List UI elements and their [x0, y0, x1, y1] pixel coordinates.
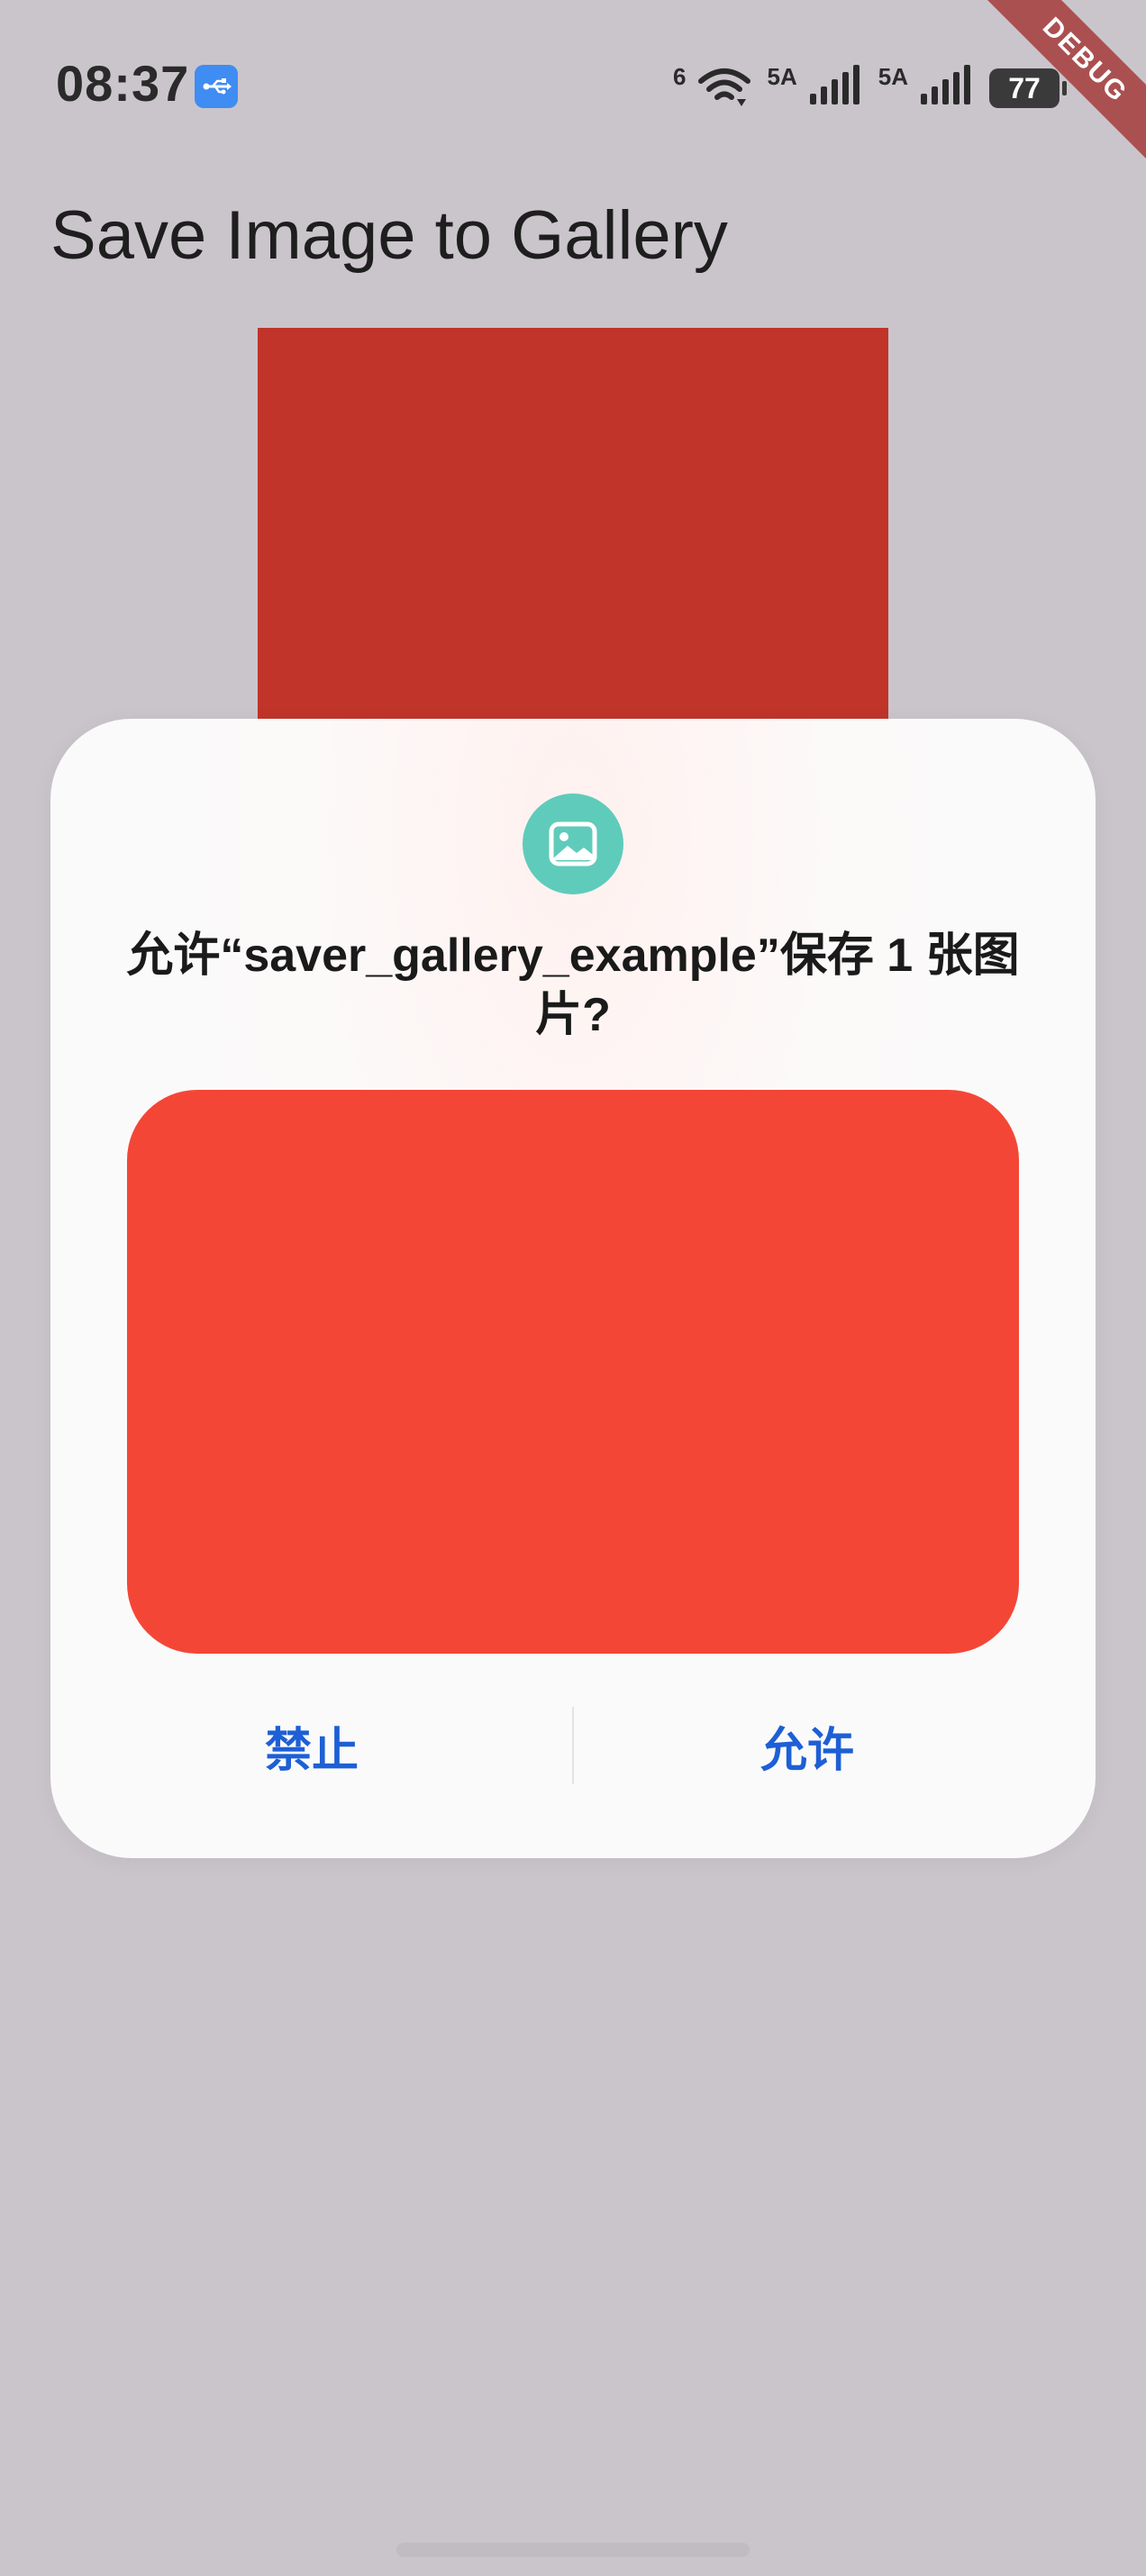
dialog-image-preview — [127, 1090, 1019, 1654]
signal-icon — [919, 64, 973, 113]
wifi-icon — [697, 65, 751, 113]
usb-icon — [195, 65, 238, 108]
dialog-actions: 禁止 允许 — [50, 1705, 1096, 1786]
signal2-label: 5A — [878, 63, 908, 90]
allow-button[interactable]: 允许 — [573, 1705, 1069, 1786]
deny-button[interactable]: 禁止 — [50, 1705, 546, 1786]
status-time: 08:37 — [56, 55, 190, 112]
home-indicator[interactable] — [396, 2543, 750, 2557]
page-title: Save Image to Gallery — [50, 197, 728, 274]
dialog-title: 允许“saver_gallery_example”保存 1 张图片? — [126, 930, 1020, 1041]
battery-icon: 77 — [989, 68, 1067, 108]
image-icon — [523, 794, 623, 894]
screen: 08:37 6 5A 5A 77 DEBUG Save Image to Gal… — [0, 0, 1146, 2576]
signal1-label: 5A — [767, 63, 797, 90]
permission-dialog: 允许“saver_gallery_example”保存 1 张图片? 禁止 允许 — [50, 719, 1096, 1858]
signal-icon — [808, 64, 862, 113]
wifi-label: 6 — [673, 63, 687, 90]
status-icons: 6 5A 5A 77 — [673, 61, 1067, 115]
